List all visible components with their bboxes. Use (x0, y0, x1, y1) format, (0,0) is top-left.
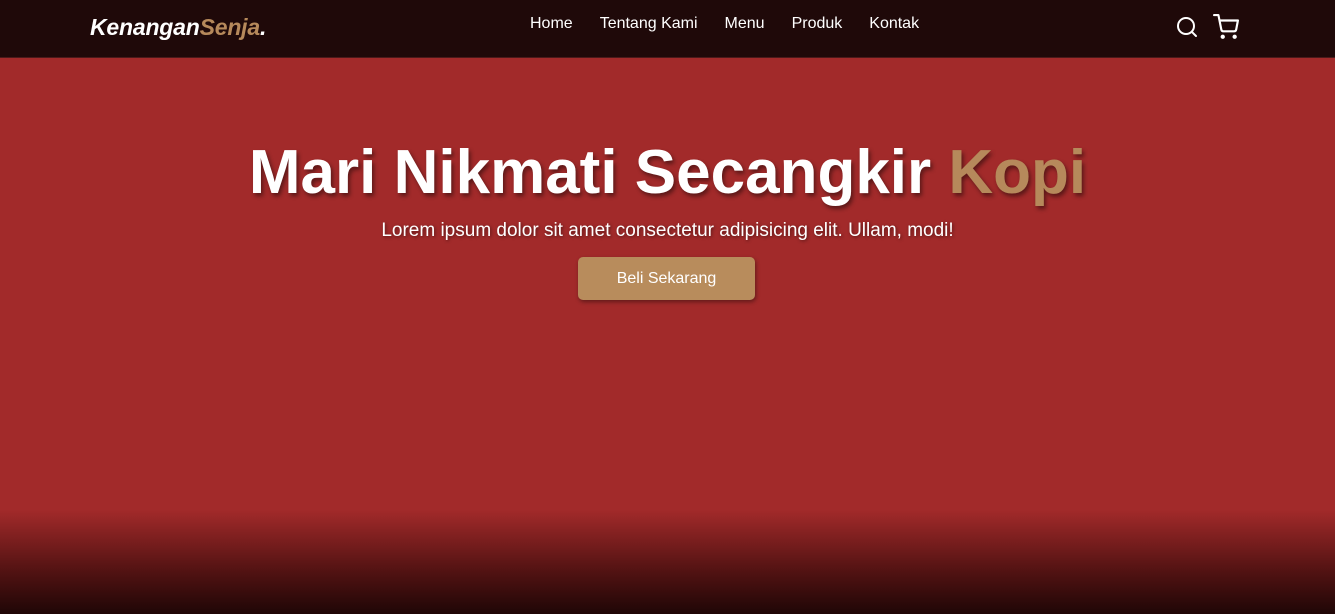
logo-text-main: Kenangan (90, 14, 200, 40)
navbar: KenanganSenja. Home Tentang Kami Menu Pr… (0, 0, 1335, 58)
nav-link-home[interactable]: Home (530, 15, 573, 33)
logo-dot: . (259, 14, 267, 40)
nav-link-menu[interactable]: Menu (725, 15, 765, 33)
nav-link-produk[interactable]: Produk (792, 15, 843, 33)
shopping-cart-icon[interactable] (1213, 14, 1239, 40)
page: KenanganSenja. Home Tentang Kami Menu Pr… (0, 0, 1335, 614)
nav-links: Home Tentang Kami Menu Produk Kontak (530, 15, 946, 33)
nav-link-kontak[interactable]: Kontak (869, 15, 919, 33)
search-icon[interactable] (1175, 15, 1199, 39)
brand-logo[interactable]: KenanganSenja. (90, 14, 266, 41)
hero-bottom-gradient (0, 510, 1335, 614)
logo-text-accent: Senja (199, 14, 261, 40)
nav-link-tentang-kami[interactable]: Tentang Kami (600, 15, 698, 33)
hero-section: Mari Nikmati Secangkir Kopi Lorem ipsum … (0, 59, 1335, 614)
buy-now-button[interactable]: Beli Sekarang (578, 257, 755, 300)
nav-icons (1175, 14, 1239, 40)
hero-title: Mari Nikmati Secangkir Kopi (0, 137, 1335, 208)
hero-title-accent: Kopi (948, 138, 1087, 207)
hero-title-main: Mari Nikmati Secangkir (248, 138, 949, 207)
hero-subtitle: Lorem ipsum dolor sit amet consectetur a… (381, 220, 954, 241)
